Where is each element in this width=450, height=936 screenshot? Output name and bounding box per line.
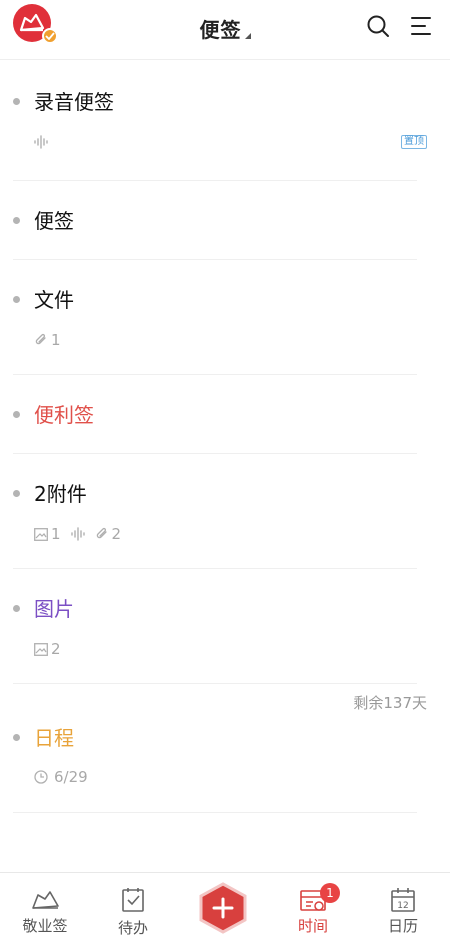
- note-meta: 1 2: [34, 525, 131, 543]
- note-meta: 2: [34, 640, 71, 658]
- note-logo-icon: [32, 891, 59, 909]
- bullet-dot: [13, 296, 20, 303]
- nav-item-todo[interactable]: 待办: [88, 873, 178, 936]
- clock-icon: [34, 770, 48, 784]
- page-title: 便签: [199, 18, 242, 42]
- bullet-dot: [13, 411, 20, 418]
- nav-label: 日历: [387, 917, 418, 935]
- note-title: 日程: [34, 726, 74, 750]
- nav-item-calendar[interactable]: 12 日历: [358, 873, 448, 936]
- image-icon: [34, 642, 48, 656]
- note-meta: [34, 135, 48, 149]
- note-item-image[interactable]: 图片 2: [13, 569, 417, 684]
- pin-badge: 置顶: [401, 135, 427, 149]
- note-item-voice[interactable]: 录音便签 置顶: [13, 61, 427, 181]
- nav-item-home[interactable]: 敬业签: [0, 873, 90, 936]
- dropdown-caret-icon: [244, 33, 251, 39]
- nav-label: 敬业签: [22, 917, 68, 935]
- calendar-day: 12: [397, 901, 408, 911]
- bullet-dot: [13, 605, 20, 612]
- menu-icon[interactable]: [410, 15, 432, 37]
- note-title: 2附件: [34, 482, 87, 506]
- note-title: 便利签: [34, 403, 94, 427]
- nav-item-time[interactable]: 1 时间: [268, 873, 358, 936]
- calendar-icon: 12: [391, 888, 415, 912]
- voice-wave-icon: [34, 135, 48, 149]
- note-title: 便签: [34, 209, 74, 233]
- bullet-dot: [13, 734, 20, 741]
- add-note-button[interactable]: [198, 882, 248, 934]
- app-header: 便签: [0, 0, 450, 60]
- note-meta: 6/29: [34, 768, 98, 786]
- note-item-attachments[interactable]: 2附件 1 2: [13, 454, 417, 569]
- image-count: 2: [51, 640, 61, 658]
- attachment-count: 1: [51, 331, 61, 349]
- note-item-schedule[interactable]: 日程 6/29: [13, 684, 417, 813]
- todo-check-icon: [122, 888, 144, 912]
- note-item-file[interactable]: 文件 1: [13, 260, 417, 375]
- attachment-count: 2: [111, 525, 122, 543]
- paperclip-icon: [96, 527, 107, 539]
- note-item[interactable]: 便签: [13, 181, 417, 260]
- note-title: 文件: [34, 288, 74, 312]
- note-meta: 1: [34, 331, 71, 349]
- bullet-dot: [13, 490, 20, 497]
- note-item[interactable]: 便利签: [13, 375, 417, 454]
- note-title: 录音便签: [34, 90, 114, 114]
- bullet-dot: [13, 98, 20, 105]
- notification-badge: 1: [320, 883, 340, 903]
- nav-label: 待办: [117, 919, 148, 936]
- image-count: 1: [51, 525, 61, 543]
- nav-label: 时间: [297, 917, 328, 935]
- schedule-date: 6/29: [54, 768, 88, 786]
- note-title: 图片: [34, 597, 74, 621]
- voice-wave-icon: [70, 527, 85, 541]
- bullet-dot: [13, 217, 20, 224]
- paperclip-icon: [35, 333, 46, 345]
- image-icon: [34, 527, 48, 541]
- search-icon[interactable]: [366, 14, 390, 38]
